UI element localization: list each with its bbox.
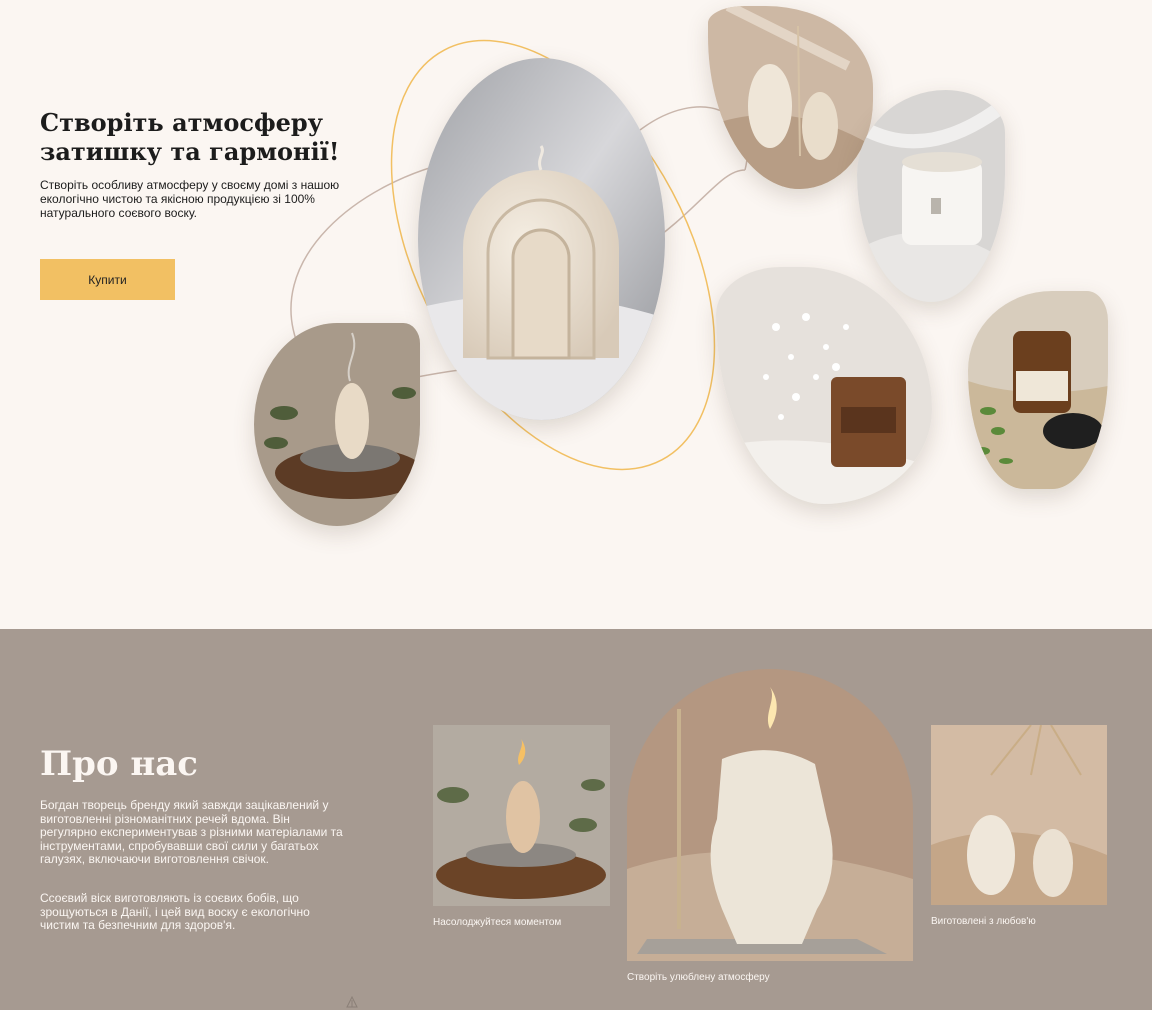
amber-candle-flowers-image	[716, 267, 932, 504]
hero-description: Створіть особливу атмосферу у своєму дом…	[40, 178, 340, 220]
caption-moment: Насолоджуйтеся моментом	[433, 917, 562, 928]
caption-love: Виготовлені з любов'ю	[931, 916, 1036, 927]
gallery-image-moment	[433, 725, 610, 906]
buy-button[interactable]: Купити	[40, 259, 175, 300]
about-section: Про нас Богдан творець бренду який завжд…	[0, 629, 1152, 1010]
torso-candle-wood-image	[254, 323, 420, 526]
about-title: Про нас	[40, 744, 199, 784]
caption-atmosphere: Створіть улюблену атмосферу	[627, 972, 770, 983]
leaf-icon	[346, 995, 358, 1008]
gallery-image-atmosphere	[627, 669, 913, 961]
arch-candle-image	[418, 58, 665, 420]
about-paragraph-1: Богдан творець бренду який завжди заціка…	[40, 798, 343, 867]
glass-jar-candle-image	[968, 291, 1108, 489]
hero-title: Створіть атмосферу затишку та гармонії!	[40, 108, 340, 166]
hero-section: Створіть атмосферу затишку та гармонії! …	[0, 0, 1152, 629]
torso-candles-image	[708, 6, 873, 189]
about-paragraph-2: Ссоєвий віск виготовляють із соєвих бобі…	[40, 891, 310, 933]
gallery-image-love	[931, 725, 1107, 905]
